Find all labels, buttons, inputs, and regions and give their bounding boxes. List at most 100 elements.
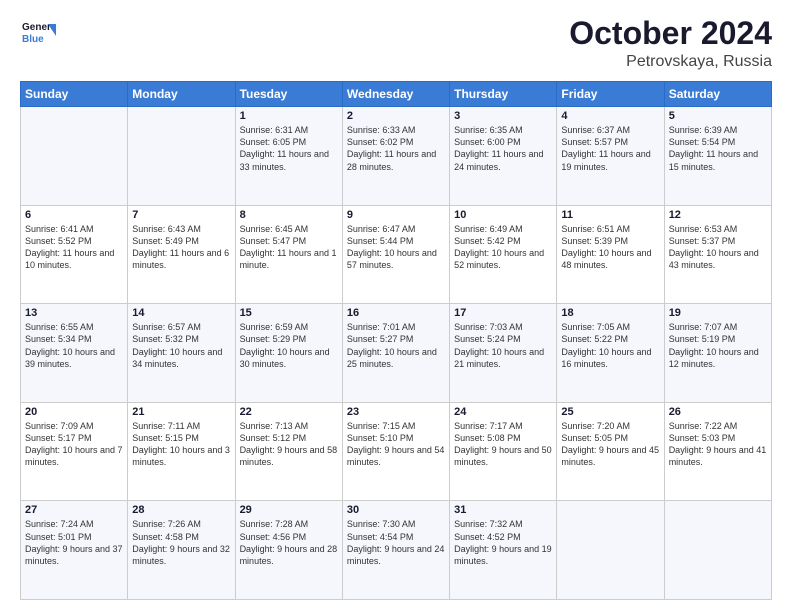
calendar-cell: 13 Sunrise: 6:55 AMSunset: 5:34 PMDayligh… [21,304,128,403]
cell-info: Sunrise: 7:09 AMSunset: 5:17 PMDaylight:… [25,420,123,469]
calendar-cell: 24Sunrise: 7:17 AMSunset: 5:08 PMDayligh… [450,402,557,501]
cell-info: Sunrise: 7:30 AMSunset: 4:54 PMDaylight:… [347,518,445,567]
calendar-cell: 31 Sunrise: 7:32 AMSunset: 4:52 PMDayligh… [450,501,557,600]
weekday-header-monday: Monday [128,82,235,107]
cell-info: Sunrise: 6:59 AMSunset: 5:29 PMDaylight:… [240,321,338,370]
cell-info: Sunrise: 6:33 AMSunset: 6:02 PMDaylight:… [347,124,445,173]
calendar-cell: 7 Sunrise: 6:43 AMSunset: 5:49 PMDaylight… [128,205,235,304]
cell-info: Sunrise: 6:39 AMSunset: 5:54 PMDaylight:… [669,124,767,173]
cell-info: Sunrise: 7:07 AMSunset: 5:19 PMDaylight:… [669,321,767,370]
cell-info: Sunrise: 6:37 AMSunset: 5:57 PMDaylight:… [561,124,659,173]
week-row-5: 27 Sunrise: 7:24 AMSunset: 5:01 PMDayligh… [21,501,772,600]
cell-info: Sunrise: 6:53 AMSunset: 5:37 PMDaylight:… [669,223,767,272]
week-row-3: 13 Sunrise: 6:55 AMSunset: 5:34 PMDayligh… [21,304,772,403]
calendar-cell: 9 Sunrise: 6:47 AMSunset: 5:44 PMDaylight… [342,205,449,304]
calendar-cell: 30 Sunrise: 7:30 AMSunset: 4:54 PMDayligh… [342,501,449,600]
calendar-cell: 18 Sunrise: 7:05 AMSunset: 5:22 PMDayligh… [557,304,664,403]
calendar-cell: 3 Sunrise: 6:35 AMSunset: 6:00 PMDaylight… [450,107,557,206]
cell-info: Sunrise: 7:26 AMSunset: 4:58 PMDaylight:… [132,518,230,567]
cell-info: Sunrise: 6:47 AMSunset: 5:44 PMDaylight:… [347,223,445,272]
cell-info: Sunrise: 6:57 AMSunset: 5:32 PMDaylight:… [132,321,230,370]
cell-info: Sunrise: 6:43 AMSunset: 5:49 PMDaylight:… [132,223,230,272]
weekday-header-thursday: Thursday [450,82,557,107]
calendar-cell [21,107,128,206]
header: General Blue October 2024 Petrovskaya, R… [20,16,772,71]
weekday-header-row: SundayMondayTuesdayWednesdayThursdayFrid… [21,82,772,107]
calendar-cell: 22Sunrise: 7:13 AMSunset: 5:12 PMDayligh… [235,402,342,501]
day-number: 9 [347,209,445,221]
cell-info: Sunrise: 7:32 AMSunset: 4:52 PMDaylight:… [454,518,552,567]
calendar-cell [557,501,664,600]
cell-info: Sunrise: 7:20 AMSunset: 5:05 PMDaylight:… [561,420,659,469]
calendar-cell: 10 Sunrise: 6:49 AMSunset: 5:42 PMDayligh… [450,205,557,304]
calendar-cell: 2 Sunrise: 6:33 AMSunset: 6:02 PMDaylight… [342,107,449,206]
calendar-cell: 21Sunrise: 7:11 AMSunset: 5:15 PMDayligh… [128,402,235,501]
calendar-cell: 4 Sunrise: 6:37 AMSunset: 5:57 PMDaylight… [557,107,664,206]
day-number: 13 [25,307,123,319]
week-row-1: 1Sunrise: 6:31 AMSunset: 6:05 PMDaylight… [21,107,772,206]
cell-info: Sunrise: 7:24 AMSunset: 5:01 PMDaylight:… [25,518,123,567]
day-number: 23 [347,406,445,418]
day-number: 10 [454,209,552,221]
calendar-cell: 11Sunrise: 6:51 AMSunset: 5:39 PMDayligh… [557,205,664,304]
day-number: 22 [240,406,338,418]
calendar-cell: 19 Sunrise: 7:07 AMSunset: 5:19 PMDayligh… [664,304,771,403]
cell-info: Sunrise: 7:03 AMSunset: 5:24 PMDaylight:… [454,321,552,370]
day-number: 18 [561,307,659,319]
cell-info: Sunrise: 7:22 AMSunset: 5:03 PMDaylight:… [669,420,767,469]
cell-info: Sunrise: 7:11 AMSunset: 5:15 PMDaylight:… [132,420,230,469]
day-number: 6 [25,209,123,221]
calendar-cell: 12 Sunrise: 6:53 AMSunset: 5:37 PMDayligh… [664,205,771,304]
calendar-cell: 29Sunrise: 7:28 AMSunset: 4:56 PMDayligh… [235,501,342,600]
day-number: 29 [240,504,338,516]
title-area: October 2024 Petrovskaya, Russia [569,16,772,71]
day-number: 17 [454,307,552,319]
calendar-cell [664,501,771,600]
cell-info: Sunrise: 6:45 AMSunset: 5:47 PMDaylight:… [240,223,338,272]
day-number: 12 [669,209,767,221]
day-number: 16 [347,307,445,319]
cell-info: Sunrise: 7:01 AMSunset: 5:27 PMDaylight:… [347,321,445,370]
cell-info: Sunrise: 6:35 AMSunset: 6:00 PMDaylight:… [454,124,552,173]
cell-info: Sunrise: 7:15 AMSunset: 5:10 PMDaylight:… [347,420,445,469]
calendar-cell: 14 Sunrise: 6:57 AMSunset: 5:32 PMDayligh… [128,304,235,403]
day-number: 24 [454,406,552,418]
week-row-4: 20 Sunrise: 7:09 AMSunset: 5:17 PMDayligh… [21,402,772,501]
day-number: 4 [561,110,659,122]
logo: General Blue [20,16,60,57]
svg-text:Blue: Blue [22,34,44,45]
cell-info: Sunrise: 6:41 AMSunset: 5:52 PMDaylight:… [25,223,123,272]
calendar-cell: 27 Sunrise: 7:24 AMSunset: 5:01 PMDayligh… [21,501,128,600]
cell-info: Sunrise: 7:05 AMSunset: 5:22 PMDaylight:… [561,321,659,370]
day-number: 31 [454,504,552,516]
day-number: 26 [669,406,767,418]
cell-info: Sunrise: 6:55 AMSunset: 5:34 PMDaylight:… [25,321,123,370]
day-number: 11 [561,209,659,221]
calendar-table: SundayMondayTuesdayWednesdayThursdayFrid… [20,81,772,600]
weekday-header-tuesday: Tuesday [235,82,342,107]
day-number: 2 [347,110,445,122]
day-number: 8 [240,209,338,221]
day-number: 15 [240,307,338,319]
calendar-cell: 20 Sunrise: 7:09 AMSunset: 5:17 PMDayligh… [21,402,128,501]
day-number: 19 [669,307,767,319]
weekday-header-friday: Friday [557,82,664,107]
logo-icon: General Blue [20,16,56,52]
weekday-header-saturday: Saturday [664,82,771,107]
cell-info: Sunrise: 6:49 AMSunset: 5:42 PMDaylight:… [454,223,552,272]
page: General Blue October 2024 Petrovskaya, R… [0,0,792,612]
day-number: 27 [25,504,123,516]
day-number: 30 [347,504,445,516]
calendar-cell: 23 Sunrise: 7:15 AMSunset: 5:10 PMDayligh… [342,402,449,501]
weekday-header-sunday: Sunday [21,82,128,107]
day-number: 7 [132,209,230,221]
day-number: 20 [25,406,123,418]
day-number: 25 [561,406,659,418]
day-number: 28 [132,504,230,516]
day-number: 5 [669,110,767,122]
week-row-2: 6 Sunrise: 6:41 AMSunset: 5:52 PMDaylight… [21,205,772,304]
calendar-cell: 16 Sunrise: 7:01 AMSunset: 5:27 PMDayligh… [342,304,449,403]
month-title: October 2024 [569,16,772,51]
day-number: 14 [132,307,230,319]
day-number: 3 [454,110,552,122]
